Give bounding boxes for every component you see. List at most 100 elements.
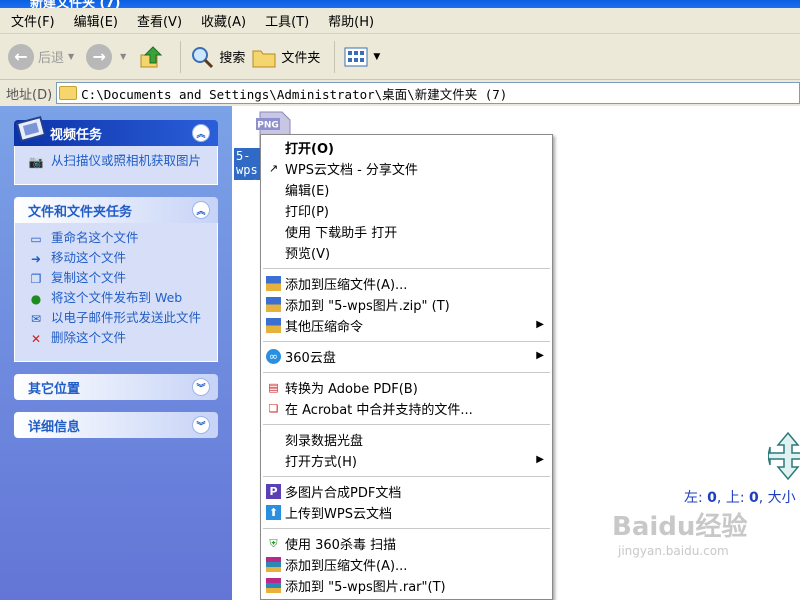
task-label: 从扫描仪或照相机获取图片	[51, 153, 202, 168]
task-label: 复制这个文件	[51, 270, 127, 285]
submenu-arrow-icon: ▶	[536, 454, 544, 465]
menu-tools[interactable]: 工具(T)	[258, 11, 316, 30]
file-badge: PNG	[257, 121, 279, 131]
menu-item-acrobat-merge[interactable]: ❏ 在 Acrobat 中合并支持的文件...	[261, 398, 552, 419]
address-path: C:\Documents and Settings\Administrator\…	[81, 86, 508, 102]
menu-item-add-rar-archive[interactable]: 添加到压缩文件(A)...	[261, 554, 552, 575]
menu-item-edit[interactable]: 编辑(E)	[261, 179, 552, 200]
collapse-chevron-icon[interactable]: ︽	[192, 124, 210, 142]
menu-item-upload-wps[interactable]: ⬆ 上传到WPS云文档	[261, 502, 552, 523]
rar-icon	[266, 557, 281, 572]
menu-item-add-rar[interactable]: 添加到 "5-wps图片.rar"(T)	[261, 575, 552, 596]
details-header[interactable]: 详细信息 ︾	[14, 412, 218, 438]
menu-item-other-compress[interactable]: 其他压缩命令 ▶	[261, 315, 552, 336]
pdf-icon: ▤	[268, 381, 279, 394]
file-tasks-title: 文件和文件夹任务	[28, 204, 133, 220]
menu-item-open-with-downloader[interactable]: 使用 下载助手 打开	[261, 221, 552, 242]
address-label: 地址(D)	[6, 87, 53, 103]
forward-dropdown-icon[interactable]: ▼	[120, 52, 126, 61]
task-label: 移动这个文件	[51, 250, 127, 265]
back-label: 后退	[38, 51, 65, 66]
toolbar: ← 后退 ▼ → ▼ 搜索 文件夹 ▼	[0, 34, 800, 80]
watermark-url: jingyan.baidu.com	[618, 544, 729, 558]
menu-item-open-with[interactable]: 打开方式(H) ▶	[261, 450, 552, 471]
other-places-title: 其它位置	[28, 381, 81, 397]
file-tasks-header[interactable]: 文件和文件夹任务 ︽	[14, 197, 218, 223]
menu-item-add-zip[interactable]: 添加到 "5-wps图片.zip" (T)	[261, 294, 552, 315]
up-arrow-icon	[140, 45, 163, 67]
size-label: 大小	[767, 490, 796, 506]
task-label: 以电子邮件形式发送此文件	[51, 310, 202, 325]
web-icon: ●	[30, 292, 42, 306]
menu-item-open[interactable]: 打开(O)	[261, 137, 552, 158]
menu-item-print[interactable]: 打印(P)	[261, 200, 552, 221]
menu-item-add-archive[interactable]: 添加到压缩文件(A)...	[261, 273, 552, 294]
views-button[interactable]: ▼	[343, 40, 380, 74]
collapse-chevron-icon[interactable]: ︽	[192, 201, 210, 219]
camera-icon: 📷	[28, 155, 44, 169]
menu-separator	[263, 372, 550, 373]
menu-item-wps-share[interactable]: ↗ WPS云文档 - 分享文件	[261, 158, 552, 179]
menu-item-merge-pdf[interactable]: P 多图片合成PDF文档	[261, 481, 552, 502]
menu-help[interactable]: 帮助(H)	[321, 11, 381, 30]
details-panel: 详细信息 ︾	[14, 412, 218, 438]
search-icon	[189, 44, 215, 70]
rar-icon	[266, 578, 281, 593]
views-grid-icon	[343, 44, 369, 70]
task-email[interactable]: ✉ 以电子邮件形式发送此文件	[27, 311, 211, 327]
top-value: 0	[749, 490, 759, 506]
back-arrow-icon: ←	[8, 43, 34, 70]
cloud-icon: ∞	[266, 349, 281, 364]
task-copy[interactable]: ❐ 复制这个文件	[27, 271, 211, 287]
film-icon	[16, 115, 46, 143]
menu-favorites[interactable]: 收藏(A)	[194, 11, 253, 30]
upload-icon: ⬆	[266, 505, 281, 520]
forward-button[interactable]: → ▼	[86, 40, 132, 74]
task-delete[interactable]: ✕ 删除这个文件	[27, 331, 211, 347]
archive-icon	[266, 318, 281, 333]
menu-bar: 文件(F) 编辑(E) 查看(V) 收藏(A) 工具(T) 帮助(H)	[0, 8, 800, 34]
submenu-arrow-icon: ▶	[536, 319, 544, 330]
menu-edit[interactable]: 编辑(E)	[67, 11, 125, 30]
expand-chevron-icon[interactable]: ︾	[192, 416, 210, 434]
move-cursor-icon	[768, 431, 800, 481]
menu-item-burn-disc[interactable]: 刻录数据光盘	[261, 429, 552, 450]
submenu-arrow-icon: ▶	[536, 350, 544, 361]
shield-icon: ⛨	[269, 536, 278, 550]
task-publish-web[interactable]: ● 将这个文件发布到 Web	[27, 291, 211, 307]
acrobat-icon: ❏	[268, 402, 279, 415]
position-readout: 左: 0, 上: 0, 大小	[684, 490, 796, 506]
search-button[interactable]: 搜索	[189, 40, 245, 74]
other-places-header[interactable]: 其它位置 ︾	[14, 374, 218, 400]
toolbar-separator	[334, 40, 336, 73]
back-button[interactable]: ← 后退 ▼	[8, 40, 80, 74]
menu-separator	[263, 268, 550, 269]
menu-item-convert-pdf[interactable]: ▤ 转换为 Adobe PDF(B)	[261, 377, 552, 398]
search-label: 搜索	[219, 51, 246, 66]
watermark-logo: Baidu经验	[612, 512, 748, 542]
video-tasks-panel: 视频任务 ︽ 📷 从扫描仪或照相机获取图片	[14, 115, 218, 185]
pdf-merge-icon: P	[266, 484, 281, 499]
task-label: 删除这个文件	[51, 330, 127, 345]
video-tasks-header[interactable]: 视频任务 ︽	[14, 115, 218, 146]
menu-view[interactable]: 查看(V)	[130, 11, 189, 30]
task-get-pictures[interactable]: 📷 从扫描仪或照相机获取图片	[27, 154, 211, 170]
menu-separator	[263, 424, 550, 425]
share-icon: ↗	[268, 162, 279, 175]
task-move[interactable]: ➜ 移动这个文件	[27, 251, 211, 267]
archive-icon	[266, 276, 281, 291]
menu-separator	[263, 476, 550, 477]
expand-chevron-icon[interactable]: ︾	[192, 378, 210, 396]
address-field[interactable]: C:\Documents and Settings\Administrator\…	[56, 82, 800, 104]
address-folder-icon	[59, 86, 78, 100]
left-value: 0	[707, 490, 717, 506]
menu-item-preview[interactable]: 预览(V)	[261, 242, 552, 263]
back-dropdown-icon[interactable]: ▼	[68, 52, 74, 61]
folders-label: 文件夹	[281, 51, 321, 66]
up-folder-button[interactable]	[138, 44, 164, 70]
task-rename[interactable]: ▭ 重命名这个文件	[27, 231, 211, 247]
folders-button[interactable]: 文件夹	[251, 40, 320, 74]
menu-item-360-scan[interactable]: ⛨ 使用 360杀毒 扫描	[261, 533, 552, 554]
menu-item-360-cloud[interactable]: ∞ 360云盘 ▶	[261, 346, 552, 367]
menu-file[interactable]: 文件(F)	[4, 11, 62, 30]
